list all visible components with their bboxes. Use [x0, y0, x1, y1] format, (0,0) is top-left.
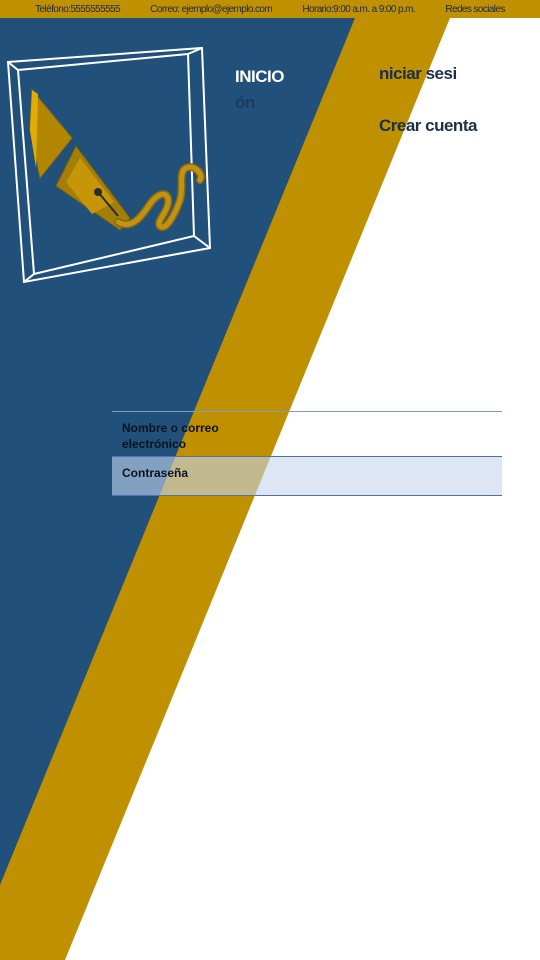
social-link[interactable]: Redes sociales — [445, 4, 505, 15]
nav-home-label: INICIO — [235, 67, 284, 86]
phone-text: Teléfono:5555555555 — [35, 3, 120, 15]
login-form: Nombre o correo electrónico Contraseña — [112, 411, 502, 496]
user-label: Nombre o correo electrónico — [112, 411, 252, 457]
password-input[interactable] — [252, 456, 502, 496]
hours-text: Horario:9:00 a.m. a 9:00 p.m. — [302, 3, 416, 15]
contact-bar: Teléfono:5555555555 Correo: ejemplo@ejem… — [0, 0, 540, 18]
email-text: Correo: ejemplo@ejemplo.com — [150, 3, 273, 15]
nav-login-link[interactable]: niciar sesi — [379, 64, 457, 84]
user-input[interactable] — [252, 411, 502, 457]
user-row: Nombre o correo electrónico — [112, 411, 502, 457]
fountain-pen-icon — [6, 46, 212, 284]
password-label: Contraseña — [112, 456, 252, 496]
nav-home-overflow-text: ón — [235, 93, 255, 112]
nav-home-link[interactable]: INICIO ón — [235, 64, 305, 116]
nav-signup-link[interactable]: Crear cuenta — [379, 116, 477, 136]
password-row: Contraseña — [112, 456, 502, 496]
